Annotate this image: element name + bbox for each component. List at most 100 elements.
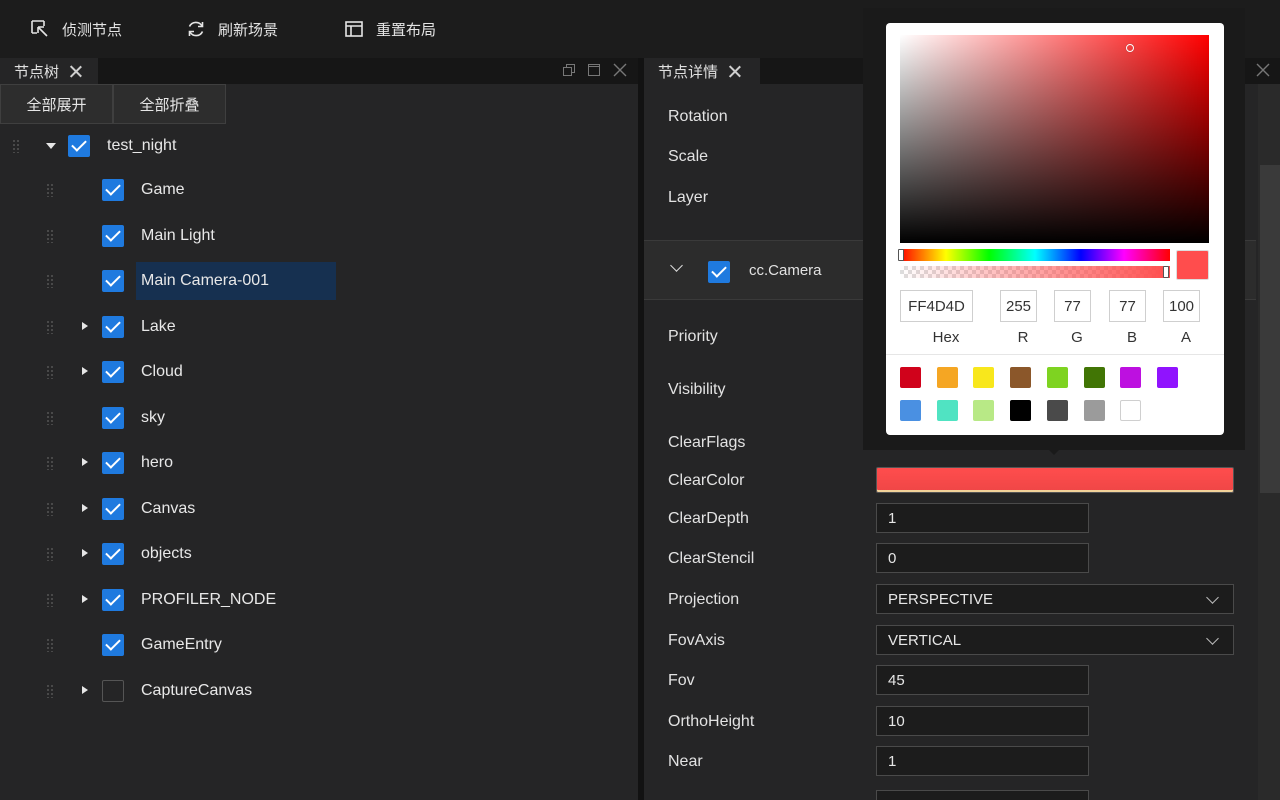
expand-arrow-right-icon[interactable] <box>82 321 88 330</box>
node-active-checkbox[interactable] <box>102 679 124 702</box>
tree-node-row[interactable]: hero <box>0 441 638 485</box>
tree-node-row[interactable]: sky <box>0 396 638 440</box>
preset-color-swatch[interactable] <box>900 400 921 421</box>
preset-color-swatch[interactable] <box>1120 400 1142 421</box>
g-input[interactable]: 77 <box>1054 290 1091 322</box>
preset-color-swatch[interactable] <box>1083 367 1105 388</box>
tree-node-row[interactable]: Canvas <box>0 487 638 531</box>
alpha-slider[interactable] <box>900 266 1170 278</box>
expand-all-button[interactable]: 全部展开 <box>0 84 113 124</box>
expand-arrow-right-icon[interactable] <box>82 685 88 694</box>
fov-input[interactable]: 45 <box>876 665 1089 695</box>
preset-color-swatch[interactable] <box>973 367 995 388</box>
far-input-partial[interactable] <box>876 790 1089 800</box>
node-active-checkbox[interactable] <box>102 179 124 201</box>
tree-node-row[interactable]: Game <box>0 168 638 212</box>
scrollbar-thumb[interactable] <box>1260 165 1280 493</box>
preset-color-swatch[interactable] <box>973 400 995 421</box>
node-active-checkbox[interactable] <box>102 270 124 292</box>
tree-node-row[interactable]: objects <box>0 532 638 576</box>
drag-handle-icon[interactable] <box>46 183 54 197</box>
expand-arrow-right-icon[interactable] <box>82 367 88 375</box>
node-label[interactable]: Canvas <box>141 499 195 519</box>
ortho-height-input[interactable]: 10 <box>876 706 1089 736</box>
expand-arrow-right-icon[interactable] <box>82 458 88 466</box>
node-label[interactable]: Main Camera-001 <box>141 271 269 291</box>
node-active-checkbox[interactable] <box>102 588 124 611</box>
tree-node-row[interactable]: Main Camera-001 <box>0 259 638 303</box>
node-label[interactable]: test_night <box>107 136 176 156</box>
drag-handle-icon[interactable] <box>46 274 54 288</box>
node-active-checkbox[interactable] <box>102 497 124 520</box>
reset-layout-button[interactable]: 重置布局 <box>344 0 436 58</box>
fov-axis-select[interactable]: VERTICAL <box>876 625 1234 655</box>
node-active-checkbox[interactable] <box>102 361 124 383</box>
drag-handle-icon[interactable] <box>46 365 54 379</box>
node-label[interactable]: GameEntry <box>141 635 222 655</box>
preset-color-swatch[interactable] <box>1083 400 1105 421</box>
hue-slider[interactable] <box>898 249 1170 261</box>
preset-color-swatch[interactable] <box>1010 367 1032 388</box>
float-window-icon[interactable] <box>562 63 576 77</box>
saturation-value-area[interactable] <box>900 35 1209 243</box>
clear-color-field[interactable] <box>876 467 1234 493</box>
drag-handle-icon[interactable] <box>46 501 54 516</box>
tree-node-row[interactable]: Main Light <box>0 214 638 258</box>
preset-color-swatch[interactable] <box>1120 367 1142 388</box>
camera-enabled-checkbox[interactable] <box>708 261 730 283</box>
detect-node-button[interactable]: 侦测节点 <box>30 0 122 58</box>
refresh-scene-button[interactable]: 刷新场景 <box>186 0 278 58</box>
preset-color-swatch[interactable] <box>1046 367 1068 388</box>
tab-node-detail[interactable]: 节点详情 <box>644 58 760 84</box>
clear-depth-input[interactable]: 1 <box>876 503 1089 533</box>
preset-color-swatch[interactable] <box>900 367 921 388</box>
node-active-checkbox[interactable] <box>102 315 124 338</box>
tree-node-row[interactable]: test_night <box>0 124 638 168</box>
alpha-handle[interactable] <box>1163 266 1169 278</box>
drag-handle-icon[interactable] <box>46 319 54 334</box>
node-active-checkbox[interactable] <box>102 543 124 565</box>
drag-handle-icon[interactable] <box>46 638 54 652</box>
expand-arrow-right-icon[interactable] <box>82 594 88 603</box>
preset-color-swatch[interactable] <box>1156 367 1178 388</box>
preset-color-swatch[interactable] <box>1046 400 1068 421</box>
node-label[interactable]: CaptureCanvas <box>141 681 252 701</box>
close-icon[interactable] <box>69 65 82 78</box>
expand-arrow-right-icon[interactable] <box>82 503 88 512</box>
preset-color-swatch[interactable] <box>936 400 958 421</box>
drag-handle-icon[interactable] <box>46 228 54 243</box>
node-active-checkbox[interactable] <box>68 135 90 157</box>
a-input[interactable]: 100 <box>1163 290 1200 322</box>
drag-handle-icon[interactable] <box>46 410 54 425</box>
r-input[interactable]: 255 <box>1000 290 1037 322</box>
node-label[interactable]: Cloud <box>141 362 183 382</box>
preset-color-swatch[interactable] <box>936 367 958 388</box>
drag-handle-icon[interactable] <box>46 456 54 470</box>
collapse-all-button[interactable]: 全部折叠 <box>113 84 226 124</box>
node-label[interactable]: Lake <box>141 317 176 337</box>
expand-arrow-right-icon[interactable] <box>82 549 88 557</box>
node-label[interactable]: PROFILER_NODE <box>141 590 276 610</box>
tree-node-row[interactable]: Cloud <box>0 350 638 394</box>
clear-stencil-input[interactable]: 0 <box>876 543 1089 573</box>
node-label[interactable]: Game <box>141 180 185 200</box>
maximize-icon[interactable] <box>587 63 601 77</box>
tree-node-row[interactable]: CaptureCanvas <box>0 669 638 713</box>
saturation-handle[interactable] <box>1126 44 1134 52</box>
close-icon[interactable] <box>728 65 741 78</box>
tree-node-row[interactable]: PROFILER_NODE <box>0 578 638 622</box>
drag-handle-icon[interactable] <box>46 592 54 607</box>
tree-node-row[interactable]: GameEntry <box>0 623 638 667</box>
b-input[interactable]: 77 <box>1109 290 1146 322</box>
node-active-checkbox[interactable] <box>102 224 124 247</box>
preset-color-swatch[interactable] <box>1010 400 1032 421</box>
node-active-checkbox[interactable] <box>102 452 124 474</box>
drag-handle-icon[interactable] <box>12 139 20 153</box>
hex-input[interactable]: FF4D4D <box>900 290 973 322</box>
node-label[interactable]: objects <box>141 544 192 564</box>
tab-node-tree[interactable]: 节点树 <box>0 58 98 84</box>
near-input[interactable]: 1 <box>876 746 1089 776</box>
node-label[interactable]: Main Light <box>141 226 215 246</box>
tree-node-row[interactable]: Lake <box>0 305 638 349</box>
close-panel-icon[interactable] <box>613 63 627 77</box>
